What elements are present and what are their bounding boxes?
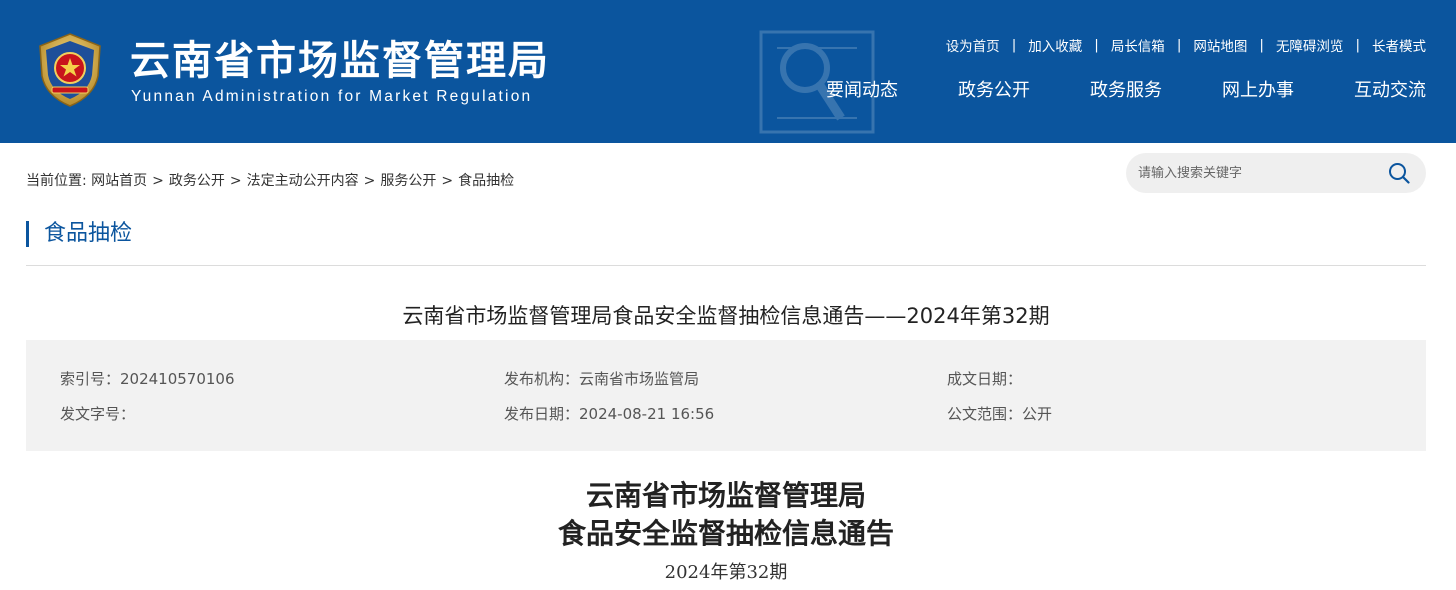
top-links: 设为首页 | 加入收藏 | 局长信箱 | 网站地图 | 无障碍浏览 | 长者模式 (946, 35, 1426, 55)
nav-item-government-affairs[interactable]: 政务公开 (958, 76, 1030, 102)
document-heading-line1: 云南省市场监督管理局 (585, 479, 866, 512)
document-heading-line2: 食品安全监督抽检信息通告 (557, 517, 894, 550)
top-link-sitemap[interactable]: 网站地图 (1193, 35, 1247, 55)
breadcrumb-item-home[interactable]: 网站首页 (91, 173, 147, 189)
breadcrumb-item-service-disclosure[interactable]: 服务公开 (380, 173, 436, 189)
top-link-director-mailbox[interactable]: 局长信箱 (1111, 35, 1165, 55)
nav-item-news[interactable]: 要闻动态 (826, 76, 898, 102)
search-icon[interactable] (1388, 162, 1410, 184)
article-title: 云南省市场监督管理局食品安全监督抽检信息通告——2024年第32期 (402, 304, 1050, 328)
article-meta-panel: 索引号：202410570106 发布机构：云南省市场监管局 成文日期： 发文字… (26, 340, 1426, 451)
top-link-accessibility[interactable]: 无障碍浏览 (1276, 35, 1344, 55)
top-link-elder-mode[interactable]: 长者模式 (1372, 35, 1426, 55)
meta-doc-number: 发文字号： (60, 405, 136, 423)
main-nav: 要闻动态 政务公开 政务服务 网上办事 互动交流 (826, 76, 1426, 102)
section-title: 食品抽检 (26, 221, 132, 247)
nav-item-online-services[interactable]: 网上办事 (1222, 76, 1294, 102)
national-emblem-icon (39, 33, 101, 107)
breadcrumb-separator: > (152, 173, 164, 189)
site-header: 云南省市场监督管理局 Yunnan Administration for Mar… (0, 0, 1456, 143)
meta-created-date: 成文日期： (947, 370, 1023, 388)
meta-index: 索引号：202410570106 (60, 370, 235, 388)
meta-publish-date: 发布日期：2024-08-21 16:56 (504, 405, 715, 423)
top-link-separator: | (1259, 37, 1264, 53)
search-box (1126, 153, 1426, 193)
nav-item-interaction[interactable]: 互动交流 (1354, 76, 1426, 102)
top-link-set-homepage[interactable]: 设为首页 (946, 35, 1000, 55)
site-title[interactable]: 云南省市场监督管理局 (130, 28, 550, 86)
section-divider (26, 265, 1426, 266)
top-link-separator: | (1176, 37, 1182, 53)
breadcrumb-prefix: 当前位置: (26, 173, 87, 189)
breadcrumb-item-government-affairs[interactable]: 政务公开 (169, 173, 225, 189)
breadcrumb-item-statutory-disclosure[interactable]: 法定主动公开内容 (247, 173, 359, 189)
meta-scope: 公文范围：公开 (947, 405, 1053, 423)
top-link-separator: | (1094, 37, 1099, 53)
site-subtitle: Yunnan Administration for Market Regulat… (131, 88, 533, 105)
breadcrumb: 当前位置: 网站首页 > 政务公开 > 法定主动公开内容 > 服务公开 > 食品抽检 (26, 170, 514, 190)
breadcrumb-item-food-inspection[interactable]: 食品抽检 (458, 173, 514, 189)
meta-publisher: 发布机构：云南省市场监管局 (504, 370, 700, 388)
top-link-add-favorite[interactable]: 加入收藏 (1028, 35, 1082, 55)
top-link-separator: | (1355, 37, 1360, 53)
breadcrumb-separator: > (229, 173, 242, 189)
top-link-separator: | (1011, 37, 1017, 53)
document-issue-number: 2024年第32期 (664, 562, 788, 583)
search-input[interactable] (1138, 153, 1388, 193)
nav-item-government-services[interactable]: 政务服务 (1090, 76, 1162, 102)
breadcrumb-separator: > (441, 173, 454, 189)
breadcrumb-separator: > (363, 173, 376, 189)
